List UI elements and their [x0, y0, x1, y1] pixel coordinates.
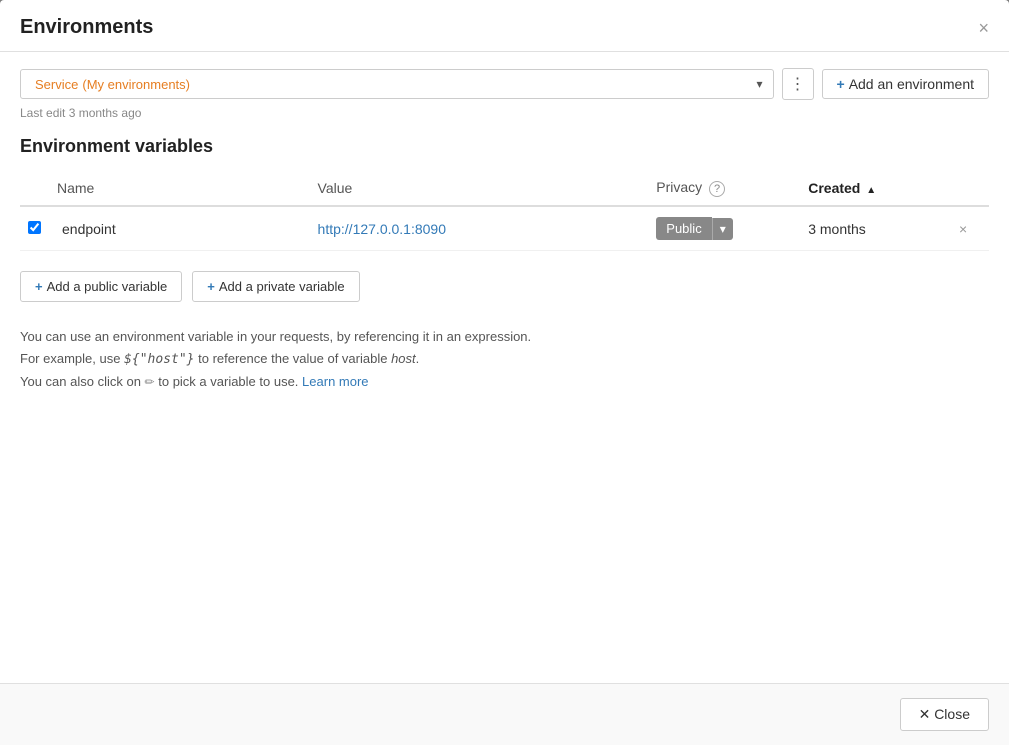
add-public-variable-button[interactable]: + Add a public variable [20, 271, 182, 302]
modal-body: Service(My environments) ▾ ⋮ + Add an en… [0, 52, 1009, 683]
env-variables-table: Name Value Privacy ? Created ▲ [20, 171, 989, 251]
privacy-button-group: Public ▾ [656, 217, 792, 240]
help-text-block: You can use an environment variable in y… [20, 326, 989, 393]
plus-public-icon: + [35, 279, 43, 294]
remove-row-button[interactable]: × [959, 221, 967, 237]
plus-icon: + [837, 76, 845, 92]
kebab-menu-button[interactable]: ⋮ [782, 68, 814, 100]
th-created[interactable]: Created ▲ [800, 171, 951, 206]
th-value: Value [310, 171, 649, 206]
plus-private-icon: + [207, 279, 215, 294]
modal-close-x-button[interactable]: × [978, 19, 989, 37]
privacy-dropdown-button[interactable]: ▾ [712, 218, 733, 240]
add-private-variable-button[interactable]: + Add a private variable [192, 271, 359, 302]
last-edit-text: Last edit 3 months ago [20, 106, 989, 120]
row-action-cell: × [951, 206, 989, 251]
learn-more-link[interactable]: Learn more [302, 374, 368, 389]
modal-header: Environments × [0, 0, 1009, 52]
row-privacy-cell: Public ▾ [648, 206, 800, 251]
service-label: Service(My environments) [31, 76, 190, 92]
th-action [951, 171, 989, 206]
add-environment-button[interactable]: + Add an environment [822, 69, 990, 99]
row-value-cell: http://127.0.0.1:8090 [310, 206, 649, 251]
add-public-label: Add a public variable [47, 279, 168, 294]
add-private-label: Add a private variable [219, 279, 345, 294]
pencil-icon: ✏ [145, 375, 155, 389]
help-var-name: host [391, 351, 416, 366]
add-variable-buttons: + Add a public variable + Add a private … [20, 271, 989, 302]
service-row: Service(My environments) ▾ ⋮ + Add an en… [20, 68, 989, 100]
sort-ascending-icon: ▲ [866, 185, 876, 196]
privacy-public-button[interactable]: Public [656, 217, 711, 240]
help-line-1: You can use an environment variable in y… [20, 326, 989, 348]
row-checkbox[interactable] [28, 221, 41, 234]
close-button[interactable]: ✕ Close [900, 698, 989, 731]
dropdown-arrow-icon: ▾ [756, 77, 762, 91]
created-value: 3 months [808, 221, 866, 237]
service-selector[interactable]: Service(My environments) ▾ [20, 69, 774, 99]
modal-title: Environments [20, 16, 153, 39]
add-environment-label: Add an environment [849, 76, 974, 92]
th-checkbox [20, 171, 49, 206]
row-created-cell: 3 months [800, 206, 951, 251]
th-name: Name [49, 171, 310, 206]
table-row: http://127.0.0.1:8090 Public ▾ 3 months … [20, 206, 989, 251]
modal-footer: ✕ Close [0, 683, 1009, 745]
help-line-2: For example, use ${"host"} to reference … [20, 348, 989, 371]
th-privacy: Privacy ? [648, 171, 800, 206]
row-name-cell [49, 206, 310, 251]
help-line-3: You can also click on ✏ to pick a variab… [20, 371, 989, 393]
section-title: Environment variables [20, 136, 989, 157]
row-checkbox-cell [20, 206, 49, 251]
value-link[interactable]: http://127.0.0.1:8090 [318, 221, 446, 237]
help-code-host: ${"host"} [124, 352, 194, 367]
environments-modal: Environments × Service(My environments) … [0, 0, 1009, 745]
privacy-help-icon[interactable]: ? [709, 181, 725, 197]
name-input[interactable] [57, 218, 302, 240]
table-header-row: Name Value Privacy ? Created ▲ [20, 171, 989, 206]
